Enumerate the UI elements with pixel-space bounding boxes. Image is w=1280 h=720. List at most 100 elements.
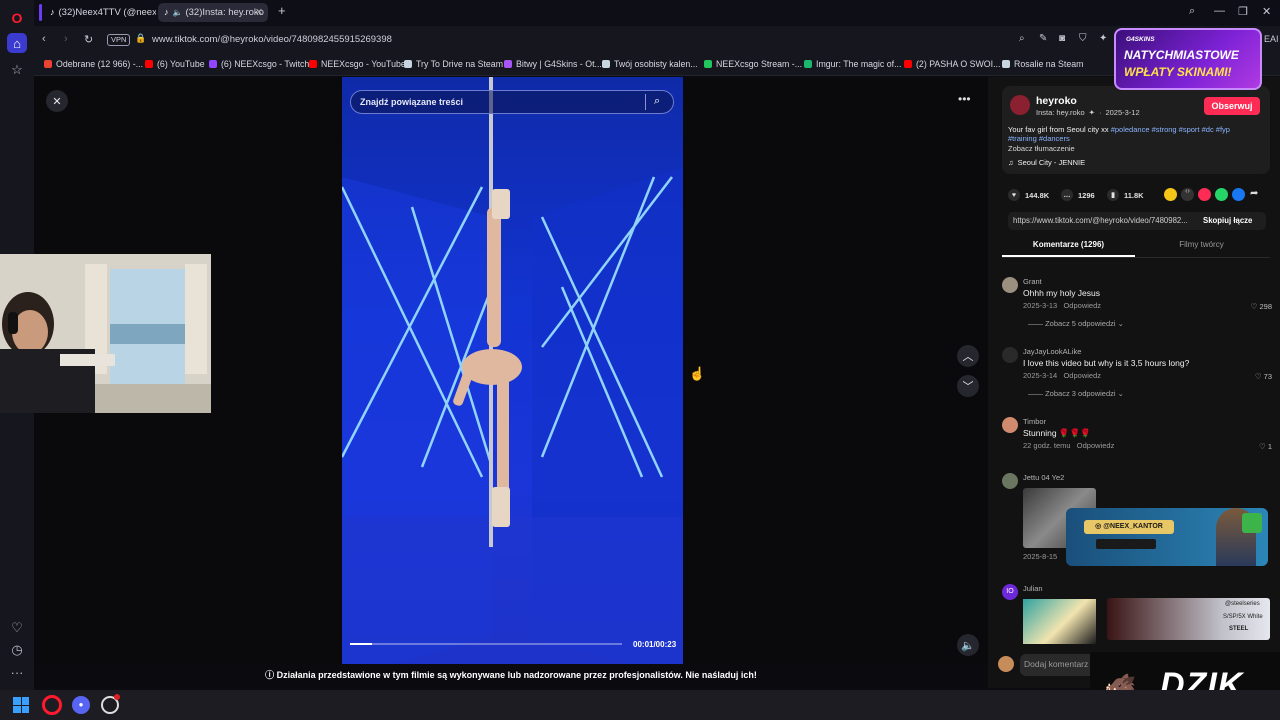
zoom-icon[interactable]: ⌕	[1019, 33, 1025, 44]
video-progress-bar[interactable]	[350, 643, 622, 645]
heart-icon[interactable]: ♡	[7, 618, 27, 638]
whatsapp-icon[interactable]	[1215, 188, 1228, 201]
like-stat[interactable]: ♥ 144.8K	[1008, 189, 1049, 201]
twitch-icon	[209, 60, 217, 68]
bookmark-youtube-neex[interactable]: NEEXcsgo - YouTube	[309, 59, 406, 69]
video-link[interactable]: https://www.tiktok.com/@heyroko/video/74…	[1013, 216, 1188, 225]
comment-likes[interactable]: ♡ 73	[1255, 372, 1272, 381]
opera-logo-icon[interactable]: O	[7, 8, 27, 28]
related-search-input[interactable]: Znajdź powiązane treści ⌕	[350, 90, 674, 114]
back-icon[interactable]: ‹	[42, 33, 46, 45]
author-name[interactable]: heyroko	[1036, 95, 1077, 107]
share-arrow-icon[interactable]: ➦	[1250, 188, 1258, 199]
save-stat[interactable]: ▮ 11.8K	[1107, 189, 1144, 201]
windows-start-icon[interactable]	[13, 697, 29, 713]
translate-link[interactable]: Zobacz tłumaczenie	[1008, 144, 1075, 153]
send-icon[interactable]	[1198, 188, 1211, 201]
reply-link[interactable]: Odpowiedz	[1077, 441, 1115, 450]
volume-button[interactable]: 🔈	[957, 634, 979, 656]
edit-icon[interactable]: ✎	[1039, 33, 1047, 44]
history-icon[interactable]: ◷	[7, 640, 27, 660]
commenter-avatar[interactable]	[1002, 417, 1018, 433]
comment-image-steelseries[interactable]: @steelseries S/SP/5X White STEEL	[1107, 598, 1270, 640]
comment-image[interactable]	[1023, 599, 1096, 644]
copy-link-button[interactable]: Skopiuj łącze	[1203, 216, 1252, 225]
more-options-icon[interactable]: •••	[958, 92, 971, 106]
home-icon[interactable]: ⌂	[7, 33, 27, 53]
commenter-name[interactable]: JayJayLookALike	[1023, 347, 1081, 356]
search-tabs-icon[interactable]: ⌕	[1189, 5, 1195, 18]
video-player[interactable]	[342, 77, 683, 664]
promo-line-2: WPŁATY SKINAMI!	[1124, 65, 1232, 79]
bookmark-imgur[interactable]: Imgur: The magic of...	[804, 59, 901, 69]
vpn-badge[interactable]: VPN	[107, 34, 131, 46]
reload-icon[interactable]: ↻	[84, 33, 93, 46]
bookmark-g4skins[interactable]: Bitwy | G4Skins - Ot...	[504, 59, 602, 69]
bookmark-label: Imgur: The magic of...	[816, 59, 902, 69]
close-window-button[interactable]: ✕	[1262, 5, 1271, 18]
close-tab-icon[interactable]: ✕	[255, 7, 263, 18]
close-video-button[interactable]: ✕	[46, 90, 68, 112]
tab-heyroko[interactable]: ♪ 🔈 (32)Insta: hey.roko ✕	[158, 3, 268, 22]
tab-neex[interactable]: ♪ (32)Neex4TTV (@neex4ttv	[44, 3, 156, 22]
comment-stat[interactable]: … 1296	[1061, 189, 1095, 201]
next-video-button[interactable]: ﹀	[957, 375, 979, 397]
view-replies-link[interactable]: —— Zobacz 5 odpowiedzi ⌄	[1028, 319, 1124, 328]
facebook-icon[interactable]	[1232, 188, 1245, 201]
sparkle-icon: ✦	[1088, 108, 1095, 117]
camera-icon[interactable]: ◙	[1059, 33, 1065, 44]
reply-link[interactable]: Odpowiedz	[1063, 371, 1101, 380]
emoji-icon[interactable]	[1164, 188, 1177, 201]
bookmark-label: (6) YouTube	[157, 59, 205, 69]
opera-taskbar-icon[interactable]	[42, 695, 62, 715]
bookmark-neex-stream[interactable]: NEEXcsgo Stream -...	[704, 59, 802, 69]
commenter-avatar[interactable]	[1002, 277, 1018, 293]
follow-button[interactable]: Obserwuj	[1204, 97, 1260, 115]
commenter-avatar[interactable]	[1002, 473, 1018, 489]
commenter-name[interactable]: Jettu 04 Ye2	[1023, 473, 1064, 482]
video-frame	[342, 77, 683, 664]
commenter-name[interactable]: Timbor	[1023, 417, 1046, 426]
bookmark-gmail[interactable]: Odebrane (12 966) -...	[44, 59, 143, 69]
commenter-avatar[interactable]: IO	[1002, 584, 1018, 600]
new-tab-button[interactable]: +	[278, 3, 286, 18]
comment-likes[interactable]: ♡ 1	[1259, 442, 1272, 451]
embed-icon[interactable]: ‹›	[1181, 188, 1194, 201]
youtube-icon	[904, 60, 912, 68]
tab-creator-videos[interactable]: Filmy twórcy	[1135, 240, 1268, 257]
youtube-icon	[309, 60, 317, 68]
url-field[interactable]: www.tiktok.com/@heyroko/video/7480982455…	[152, 34, 392, 45]
extensions-icon[interactable]: ✦	[1099, 33, 1107, 44]
comment-likes[interactable]: ♡ 298	[1251, 302, 1272, 311]
instagram-icon: ◎	[1095, 523, 1104, 530]
author-avatar[interactable]	[1010, 95, 1030, 115]
commenter-name[interactable]: Grant	[1023, 277, 1042, 286]
bookmark-twitch[interactable]: (6) NEEXcsgo - Twitch	[209, 59, 309, 69]
minimize-button[interactable]: —	[1214, 5, 1225, 17]
shield-icon[interactable]: ⛉	[1079, 33, 1087, 44]
discord-icon[interactable]: ●	[72, 696, 90, 714]
reply-link[interactable]: Odpowiedz	[1063, 301, 1101, 310]
search-icon[interactable]: ⌕	[654, 95, 660, 108]
bookmark-rosalie[interactable]: Rosalie na Steam	[1002, 59, 1083, 69]
caption-hashtags[interactable]: #poledance #strong #sport #dc #fyp	[1111, 125, 1230, 134]
caption-text: Your fav girl from Seoul city xx	[1008, 125, 1109, 134]
forward-icon[interactable]: ›	[64, 33, 68, 45]
bookmark-calendar[interactable]: Twój osobisty kalen...	[602, 59, 698, 69]
star-icon[interactable]: ☆	[7, 60, 27, 80]
more-icon[interactable]: ···	[7, 662, 27, 682]
maximize-button[interactable]: ❐	[1238, 5, 1248, 18]
bookmark-steam-drive[interactable]: Try To Drive na Steam	[404, 59, 503, 69]
commenter-name[interactable]: Julian	[1023, 584, 1043, 593]
safety-disclaimer: ⓘ Działania przedstawione w tym filmie s…	[34, 664, 988, 688]
previous-video-button[interactable]: ︿	[957, 345, 979, 367]
commenter-avatar[interactable]	[1002, 347, 1018, 363]
bookmark-pasha[interactable]: (2) PASHA O SWOI...	[904, 59, 1000, 69]
tiktok-icon: ♪	[50, 7, 55, 17]
caption-hashtags-2[interactable]: #training #dancers	[1008, 134, 1070, 143]
bookmark-label: (6) NEEXcsgo - Twitch	[221, 59, 310, 69]
view-replies-link[interactable]: —— Zobacz 3 odpowiedzi ⌄	[1028, 389, 1124, 398]
tab-bar: ♪ (32)Neex4TTV (@neex4ttv ♪ 🔈 (32)Insta:…	[34, 0, 1280, 26]
bookmark-youtube[interactable]: (6) YouTube	[145, 59, 205, 69]
music-row[interactable]: ♫ Seoul City - JENNIE	[1008, 158, 1085, 167]
